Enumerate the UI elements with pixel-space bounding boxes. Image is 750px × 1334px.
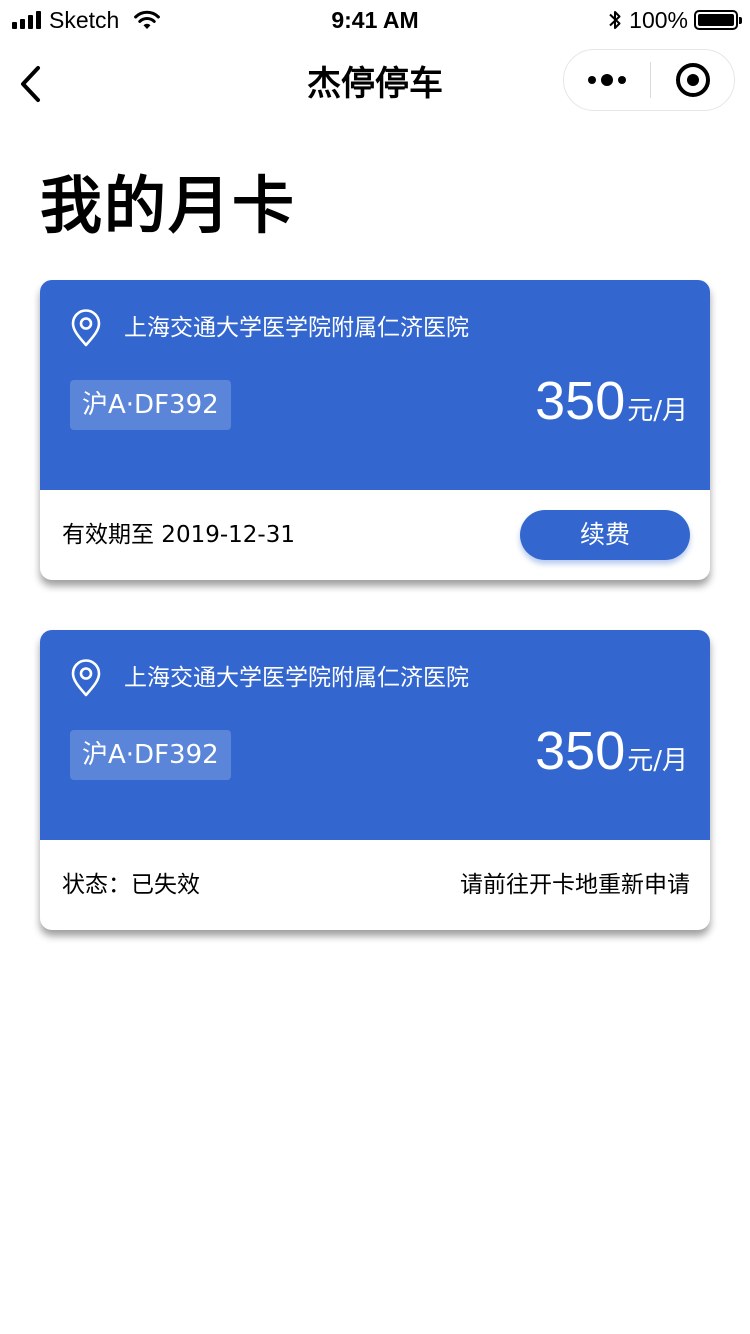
license-plate: 沪A·DF392 [70, 730, 231, 780]
hospital-name: 上海交通大学医学院附属仁济医院 [124, 315, 469, 341]
price-amount: 350 [535, 371, 626, 431]
card-header: 上海交通大学医学院附属仁济医院 沪A·DF392 350元/月 [40, 280, 710, 490]
bluetooth-icon [609, 11, 621, 29]
monthly-card: 上海交通大学医学院附属仁济医院 沪A·DF392 350元/月 有效期至 201… [40, 280, 710, 580]
card-status: 状态：已失效 [62, 872, 200, 898]
more-dots-icon[interactable] [564, 50, 650, 110]
status-bar: Sketch 9:41 AM 100% [0, 0, 750, 40]
hospital-name: 上海交通大学医学院附属仁济医院 [124, 665, 469, 691]
price-unit: 元/月 [627, 746, 688, 776]
card-footer: 状态：已失效 请前往开卡地重新申请 [40, 840, 710, 930]
price-amount: 350 [535, 721, 626, 781]
location-pin-icon [71, 309, 101, 347]
page-title: 我的月卡 [40, 169, 297, 242]
renew-button[interactable]: 续费 [520, 510, 690, 560]
location-pin-icon [71, 659, 101, 697]
price: 350元/月 [535, 366, 688, 446]
price: 350元/月 [535, 716, 688, 796]
battery-icon [694, 10, 742, 30]
reapply-note: 请前往开卡地重新申请 [460, 872, 690, 898]
battery-percent: 100% [629, 6, 688, 33]
monthly-card-expired: 上海交通大学医学院附属仁济医院 沪A·DF392 350元/月 状态：已失效 请… [40, 630, 710, 930]
target-icon[interactable] [651, 50, 734, 110]
expiry-date: 有效期至 2019-12-31 [62, 522, 295, 548]
mini-program-capsule [563, 49, 735, 111]
license-plate: 沪A·DF392 [70, 380, 231, 430]
status-right: 100% [607, 6, 742, 34]
card-footer: 有效期至 2019-12-31 续费 [40, 490, 710, 580]
nav-bar: 杰停停车 [0, 40, 750, 128]
card-header: 上海交通大学医学院附属仁济医院 沪A·DF392 350元/月 [40, 630, 710, 840]
price-unit: 元/月 [627, 396, 688, 426]
